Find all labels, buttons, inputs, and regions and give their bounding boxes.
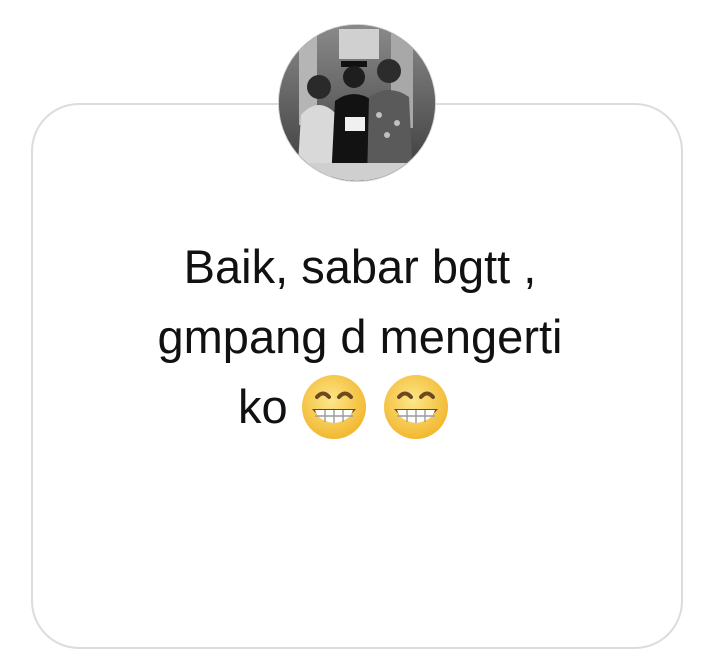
reply-line-3-text: ko xyxy=(238,380,288,433)
profile-avatar[interactable] xyxy=(279,25,435,181)
reply-line-1: Baik, sabar bgtt , xyxy=(183,240,537,293)
grinning-face-smiling-eyes-icon xyxy=(383,374,448,439)
reply-line-2: gmpang d mengerti xyxy=(157,310,563,363)
reply-message: Baik, sabar bgtt , gmpang d mengerti ko xyxy=(60,232,660,443)
grinning-face-smiling-eyes-icon xyxy=(301,374,366,439)
reply-line-3: ko xyxy=(60,372,660,443)
avatar-photo xyxy=(279,25,435,181)
